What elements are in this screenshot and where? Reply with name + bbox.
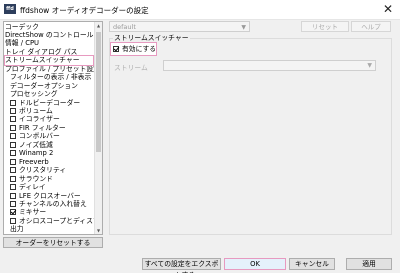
tree-item-label: コンボルバー [19,132,60,141]
preset-select[interactable]: default ▼ [109,21,250,32]
tree-item-label: コーデック [5,22,39,31]
enable-checkbox[interactable]: 有効にする [110,42,157,56]
tree-item-label: ドルビーデコーダー [19,98,81,107]
tree-item[interactable]: コンボルバー [10,132,60,141]
tree-item-label: クリスタリティ [19,166,67,175]
checkbox-icon[interactable] [10,167,16,174]
tree-item-label: Winamp 2 [19,149,54,158]
close-icon[interactable]: ✕ [383,2,393,16]
ffdshow-app-icon: ffd [4,4,16,14]
reset-button[interactable]: リセット [301,21,349,32]
tree-item[interactable]: クリスタリティ [10,166,66,175]
cancel-button[interactable]: キャンセル [289,258,335,270]
tree-item-label: サラウンド [19,174,53,183]
checkbox-checked-icon[interactable] [10,209,16,216]
tree-item[interactable]: LFE クロスオーバー [10,192,81,201]
reset-order-button[interactable]: オーダーをリセットする [3,237,103,248]
enable-label: 有効にする [122,45,157,53]
tree-item[interactable]: ディレイ [10,183,46,192]
checkbox-checked-icon [113,46,119,52]
checkbox-icon[interactable] [10,124,16,131]
tree-item[interactable]: ミキサー [10,208,46,217]
tree-item[interactable]: 出力 [10,225,24,234]
tree-item-label: 出力 [10,225,24,234]
tree-item-label: トレイ ダイアログ パス [5,47,78,56]
settings-tree[interactable]: 出力オシロスコープとディスプレイミキサーチャンネルの入れ替えLFE クロスオーバ… [3,21,103,235]
checkbox-icon[interactable] [10,108,16,114]
tree-item[interactable]: オシロスコープとディスプレイ [10,216,102,226]
tree-item-label: DirectShow のコントロール [5,30,94,39]
tree-item[interactable]: プロセッシング [10,90,58,99]
tree-item[interactable]: プロファイル / プリセット設定 [5,65,100,74]
tree-scrollbar[interactable]: ▲ ▼ [94,22,102,234]
checkbox-icon[interactable] [10,158,16,165]
tree-item[interactable]: ノイズ低減 [10,141,53,150]
tree-item-label: オシロスコープとディスプレイ [19,216,102,225]
apply-button[interactable]: 適用 [346,258,392,270]
checkbox-icon[interactable] [10,175,16,182]
checkbox-icon[interactable] [10,116,16,123]
checkbox-icon[interactable] [10,150,16,157]
settings-window: ffd ffdshow オーディオデコーダーの設定 ✕ default ▼ リセ… [0,0,400,273]
tree-item-label: ノイズ低減 [19,140,53,149]
tree-item-label: ボリューム [19,107,53,115]
checkbox-icon[interactable] [10,99,16,106]
group-label: ストリームスイッチャー [113,34,190,42]
tree-item[interactable]: トレイ ダイアログ パス [5,48,77,57]
scroll-down-icon[interactable]: ▼ [95,228,102,233]
tree-item[interactable]: イコライザー [10,115,60,124]
ok-button[interactable]: OK [224,258,286,270]
preset-value: default [113,23,136,31]
tree-item[interactable]: フィルターの表示 / 非表示 [10,73,91,82]
checkbox-icon[interactable] [10,133,16,140]
tree-item[interactable]: 情報 / CPU [5,39,39,48]
tree-item[interactable]: DirectShow のコントロール [5,31,93,40]
tree-item[interactable]: チャンネルの入れ替え [10,200,87,209]
tree-item-label: フィルターの表示 / 非表示 [10,73,92,82]
export-settings-button[interactable]: すべての設定をエクスポートする [142,258,221,273]
title-bar: ffd ffdshow オーディオデコーダーの設定 ✕ [0,0,400,20]
checkbox-icon[interactable] [10,141,16,148]
tree-item[interactable]: Winamp 2 [10,149,53,158]
tree-item[interactable]: Freeverb [10,158,49,167]
tree-item-label: ミキサー [19,208,47,217]
tree-item[interactable]: ドルビーデコーダー [10,99,80,108]
checkbox-icon[interactable] [10,192,16,199]
chevron-down-icon: ▼ [367,62,372,69]
tree-item[interactable]: デコーダーオプション [10,82,78,91]
chevron-down-icon: ▼ [241,24,246,31]
scroll-thumb[interactable] [96,32,101,152]
tree-item-label: ディレイ [19,183,46,192]
tree-item-label: プロセッシング [10,90,58,99]
tree-item[interactable]: ストリームスイッチャー [4,55,94,67]
tree-item-label: FIR フィルター [19,123,66,132]
tree-item[interactable]: サラウンド [10,175,53,184]
tree-item[interactable]: FIR フィルター [10,124,66,133]
tree-item-label: チャンネルの入れ替え [19,199,87,208]
stream-label: ストリーム [114,64,148,72]
tree-item-label: 情報 / CPU [5,39,40,48]
tree-item-label: イコライザー [19,115,60,124]
checkbox-icon[interactable] [10,200,16,207]
tree-item-label: プロファイル / プリセット設定 [5,64,100,73]
tree-item-label: デコーダーオプション [10,81,78,90]
help-button[interactable]: ヘルプ [351,21,391,32]
tree-item-label: LFE クロスオーバー [19,191,81,200]
stream-select[interactable]: ▼ [163,60,376,71]
window-title: ffdshow オーディオデコーダーの設定 [20,6,149,15]
tree-item[interactable]: コーデック [5,23,39,32]
checkbox-icon[interactable] [10,217,16,224]
tree-item-label: Freeverb [19,157,49,166]
tree-item-label: ストリームスイッチャー [5,56,80,65]
checkbox-icon[interactable] [10,184,16,191]
tree-item[interactable]: ボリューム [10,107,53,116]
scroll-up-icon[interactable]: ▲ [95,23,102,28]
